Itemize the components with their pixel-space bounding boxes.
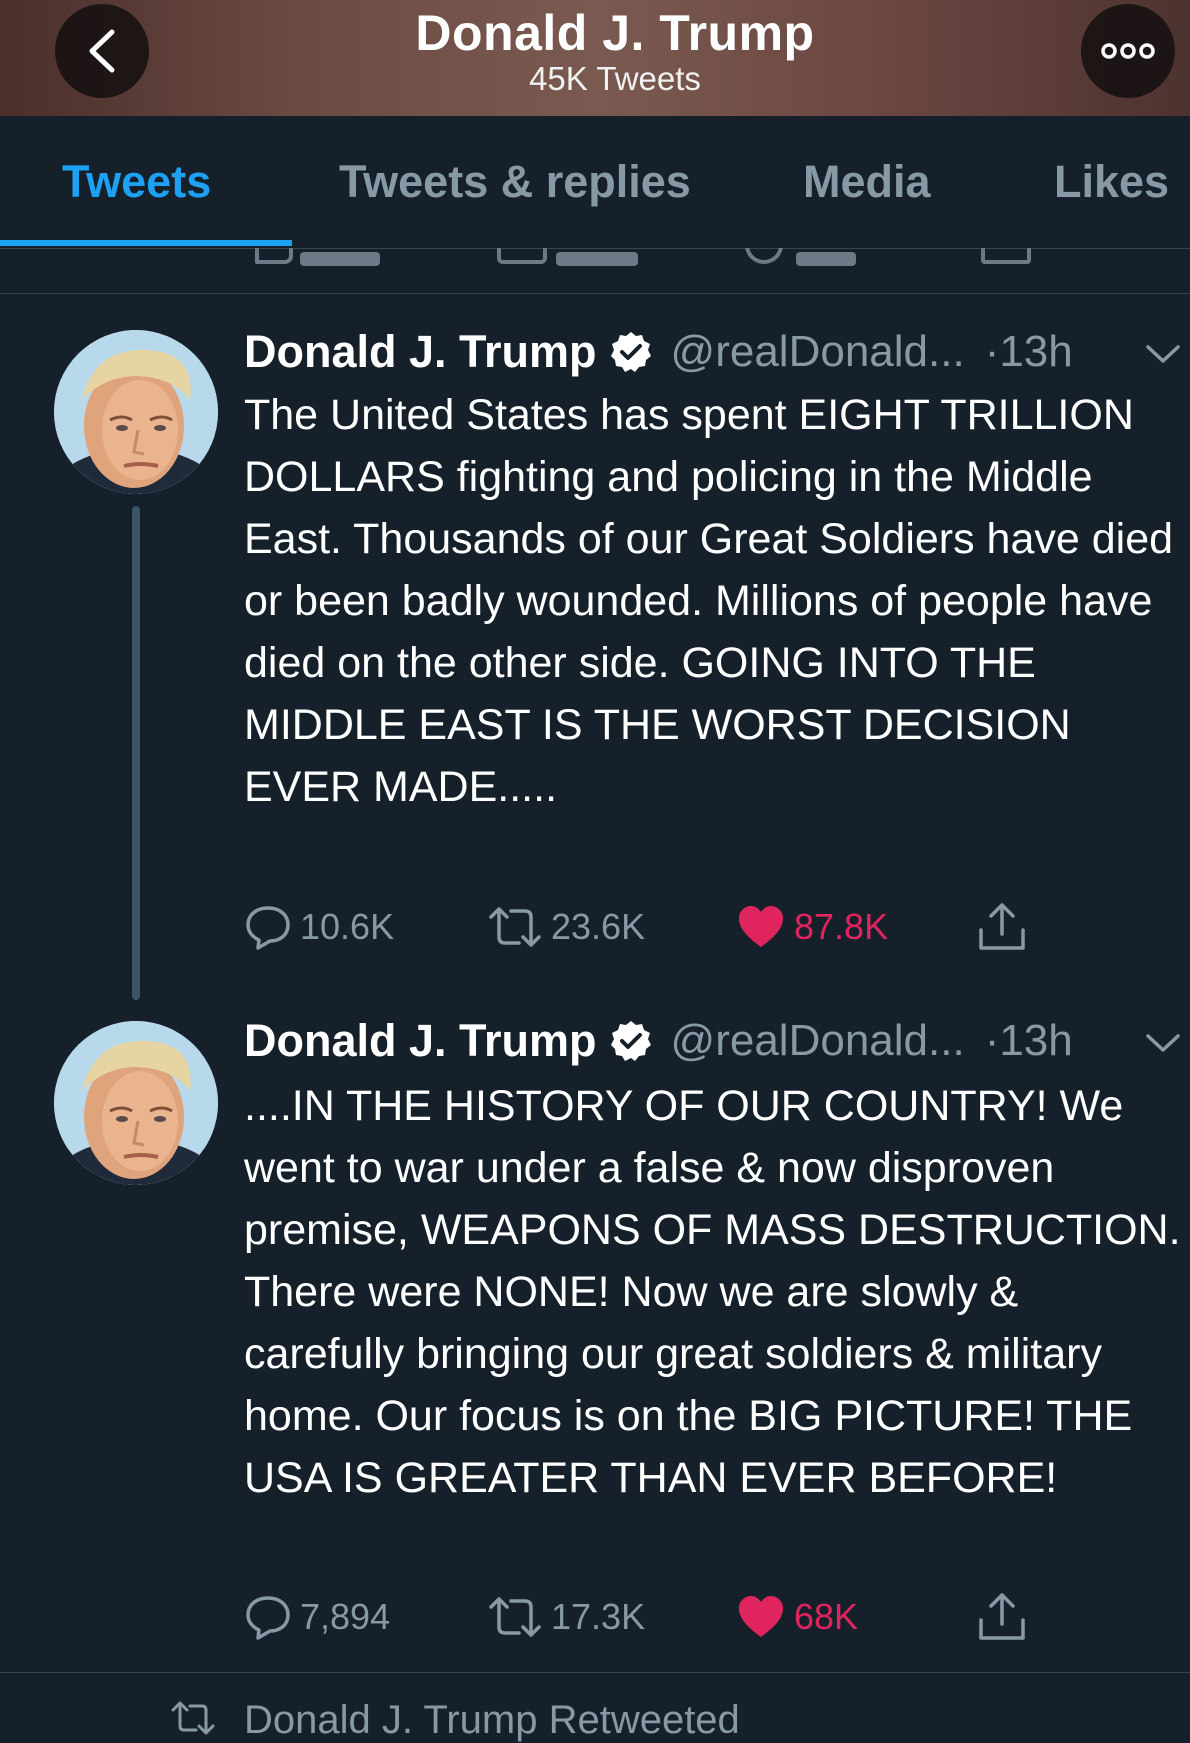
like-count: 87.8K — [794, 906, 889, 947]
tweet[interactable]: Donald J. Trump @realDonald... ·13h The … — [0, 294, 1190, 1009]
retweet-icon — [497, 248, 547, 264]
retweet-icon — [489, 1597, 541, 1637]
tab-media[interactable]: Media — [803, 156, 931, 208]
reply-count: 7,894 — [300, 1596, 391, 1637]
like-count: 68K — [794, 1596, 859, 1637]
tweet-time[interactable]: ·13h — [985, 1016, 1073, 1066]
share-button[interactable] — [977, 899, 1035, 955]
author-name[interactable]: Donald J. Trump — [244, 326, 597, 378]
active-tab-indicator — [0, 240, 292, 246]
share-icon — [979, 1593, 1025, 1640]
retweet-button[interactable]: 23.6K — [487, 899, 645, 955]
tab-tweets[interactable]: Tweets — [62, 156, 211, 208]
share-icon — [981, 248, 1031, 264]
tweet-count: 45K Tweets — [529, 60, 701, 97]
more-button[interactable] — [1081, 4, 1175, 98]
peek-count — [796, 252, 856, 266]
tweet-header: Donald J. Trump @realDonald... ·13h — [244, 1011, 1073, 1071]
retweet-count: 23.6K — [551, 906, 646, 947]
thread-line — [132, 506, 140, 1000]
tab-likes[interactable]: Likes — [1054, 156, 1169, 208]
retweet-button[interactable]: 17.3K — [487, 1589, 645, 1645]
peek-count — [300, 252, 380, 266]
previous-tweet-actions-peek — [0, 248, 1190, 294]
peek-count — [556, 252, 638, 266]
like-button[interactable]: 87.8K — [736, 899, 888, 955]
chevron-down-icon[interactable] — [1145, 342, 1181, 366]
retweet-count: 17.3K — [551, 1596, 646, 1637]
profile-name-title: Donald J. Trump — [415, 5, 815, 61]
profile-tabs: Tweets Tweets & replies Media Likes — [0, 116, 1190, 249]
tweet-actions: 10.6K 23.6K 87.8K — [244, 899, 1044, 955]
author-name[interactable]: Donald J. Trump — [244, 1015, 597, 1067]
tweet-text: The United States has spent EIGHT TRILLI… — [244, 391, 1174, 811]
tweet-divider — [0, 1672, 1190, 1673]
tweet-actions: 7,894 17.3K 68K — [244, 1589, 1044, 1645]
profile-header: Donald J. Trump 45K Tweets — [0, 0, 1190, 116]
share-icon — [979, 903, 1025, 950]
heart-icon — [739, 906, 783, 947]
chevron-down-icon[interactable] — [1145, 1031, 1181, 1055]
avatar[interactable] — [54, 330, 218, 494]
heart-icon — [745, 248, 783, 264]
reply-count: 10.6K — [300, 906, 395, 947]
author-handle[interactable]: @realDonald... — [671, 327, 965, 377]
reply-button[interactable]: 10.6K — [244, 899, 394, 955]
tab-tweets-and-replies[interactable]: Tweets & replies — [339, 156, 691, 208]
author-handle[interactable]: @realDonald... — [671, 1016, 965, 1066]
retweet-icon — [489, 907, 541, 947]
retweet-icon — [171, 1701, 215, 1735]
more-icon — [1101, 43, 1155, 59]
verified-icon — [610, 1021, 651, 1061]
heart-icon — [739, 1596, 783, 1637]
tweet-time[interactable]: ·13h — [985, 327, 1073, 377]
verified-icon — [610, 332, 651, 372]
like-button[interactable]: 68K — [736, 1589, 858, 1645]
avatar[interactable] — [54, 1021, 218, 1185]
reply-icon — [255, 248, 293, 264]
reply-icon — [246, 906, 290, 950]
reply-icon — [246, 1596, 290, 1640]
share-button[interactable] — [977, 1589, 1035, 1645]
tweet[interactable]: Donald J. Trump @realDonald... ·13h ....… — [0, 1009, 1190, 1671]
tweet-text: ....IN THE HISTORY OF OUR COUNTRY! We we… — [244, 1082, 1181, 1502]
tweet-header: Donald J. Trump @realDonald... ·13h — [244, 322, 1073, 382]
reply-button[interactable]: 7,894 — [244, 1589, 390, 1645]
